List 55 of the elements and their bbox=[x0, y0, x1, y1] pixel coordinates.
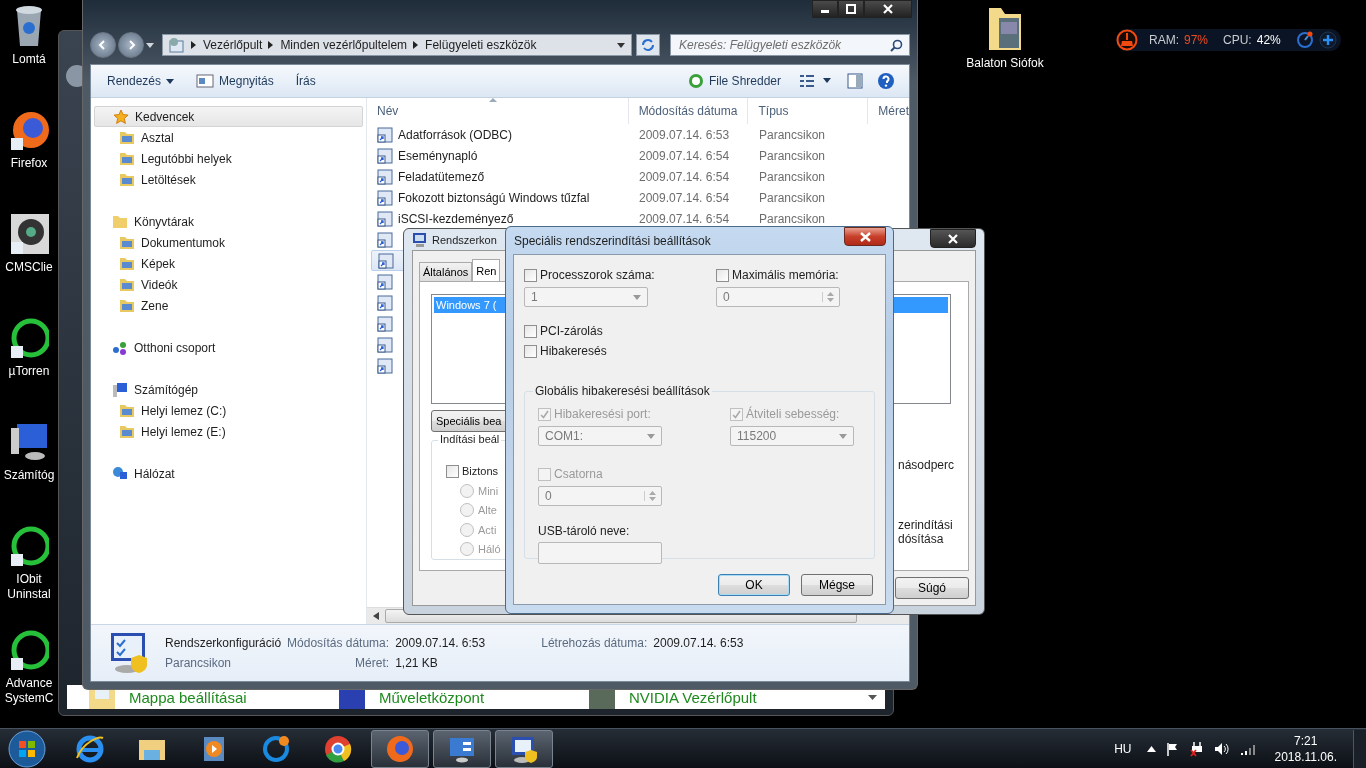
icon-label: CMSClie bbox=[4, 260, 54, 275]
file-type: Parancsikon bbox=[758, 190, 827, 205]
icon-label: IObit Uninstal bbox=[6, 572, 52, 602]
details-label: Módosítás dátuma: bbox=[287, 636, 390, 650]
details-value: 1,21 KB bbox=[395, 656, 439, 670]
option-text: zerindítási bbox=[898, 518, 954, 532]
icon-label: Balaton Siófok bbox=[966, 56, 1044, 70]
details-value: 2009.07.14. 6:53 bbox=[395, 636, 486, 650]
group-title: Indítási beál bbox=[438, 433, 502, 445]
ram-label: RAM: bbox=[1149, 33, 1179, 47]
icon-label: Firefox bbox=[9, 156, 49, 171]
icon-label: Advance SystemC bbox=[3, 676, 55, 706]
radio-label: Háló bbox=[478, 543, 501, 556]
file-name: Fokozott biztonságú Windows tűzfal bbox=[398, 190, 590, 205]
file-date: 2009.07.14. 6:54 bbox=[638, 190, 731, 205]
icon-label: Lomtá bbox=[11, 52, 47, 67]
window-title: Rendszerkon bbox=[432, 233, 497, 246]
details-value: 2009.07.14. 6:53 bbox=[653, 636, 744, 650]
checkbox-label: Maximális memória: bbox=[732, 268, 839, 282]
checkbox-label: Hibakeresés bbox=[540, 344, 607, 358]
file-name: Eseménynapló bbox=[398, 148, 478, 163]
details-label: Létrehozás dátuma: bbox=[541, 636, 648, 650]
cpu-label: CPU: bbox=[1223, 33, 1252, 47]
file-name: Feladatütemező bbox=[398, 169, 485, 184]
window-title: Speciális rendszerindítási beállítások bbox=[514, 233, 711, 248]
option-text: dósítása bbox=[898, 532, 945, 546]
file-name: iSCSI-kezdeményező bbox=[398, 211, 514, 226]
icon-label: Számítóg bbox=[2, 468, 56, 483]
checkbox-label: Processzorok száma: bbox=[540, 268, 655, 282]
field-label: USB-tároló neve: bbox=[538, 524, 631, 538]
cpu-value: 42% bbox=[1256, 33, 1281, 47]
file-name: Adatforrások (ODBC) bbox=[398, 127, 513, 142]
details-name: Rendszerkonfiguráció bbox=[165, 636, 282, 650]
radio-label: Mini bbox=[478, 484, 499, 497]
radio-label: Acti bbox=[478, 523, 497, 536]
details-type: Parancsikon bbox=[165, 656, 233, 670]
ram-value: 97% bbox=[1184, 33, 1209, 47]
checkbox-label: Biztons bbox=[462, 465, 499, 477]
icon-label: µTorren bbox=[7, 364, 51, 379]
file-type: Parancsikon bbox=[758, 169, 827, 184]
file-date: 2009.07.14. 6:54 bbox=[638, 211, 731, 226]
checkbox-label: Csatorna bbox=[554, 467, 603, 481]
checkbox-label: Átviteli sebesség: bbox=[746, 407, 840, 421]
radio-label: Alte bbox=[478, 504, 497, 517]
file-type: Parancsikon bbox=[758, 148, 827, 163]
option-text: násodperc bbox=[898, 458, 955, 472]
file-date: 2009.07.14. 6:54 bbox=[638, 148, 731, 163]
checkbox-label: Hibakeresési port: bbox=[554, 407, 651, 421]
group-title: Globális hibakeresési beállítások bbox=[533, 384, 712, 398]
file-type: Parancsikon bbox=[758, 127, 827, 142]
file-date: 2009.07.14. 6:53 bbox=[638, 127, 731, 142]
file-date: 2009.07.14. 6:54 bbox=[638, 169, 731, 184]
checkbox-label: PCI-zárolás bbox=[540, 324, 603, 338]
details-label: Méret: bbox=[354, 656, 390, 670]
file-type: Parancsikon bbox=[758, 211, 827, 226]
